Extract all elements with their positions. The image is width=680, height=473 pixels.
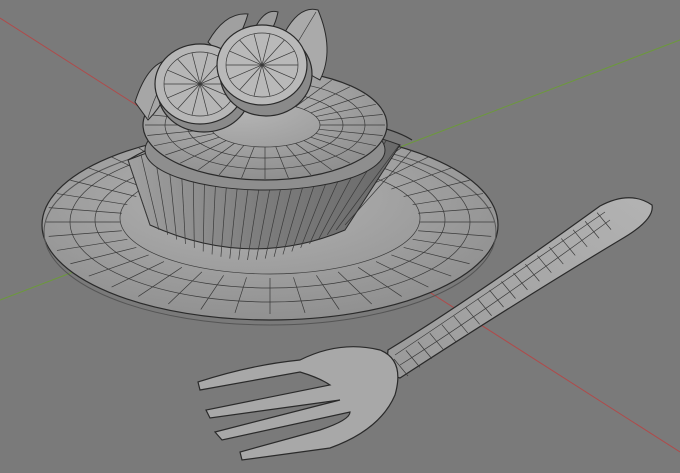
3d-viewport[interactable] xyxy=(0,0,680,473)
viewport-canvas[interactable] xyxy=(0,0,680,473)
